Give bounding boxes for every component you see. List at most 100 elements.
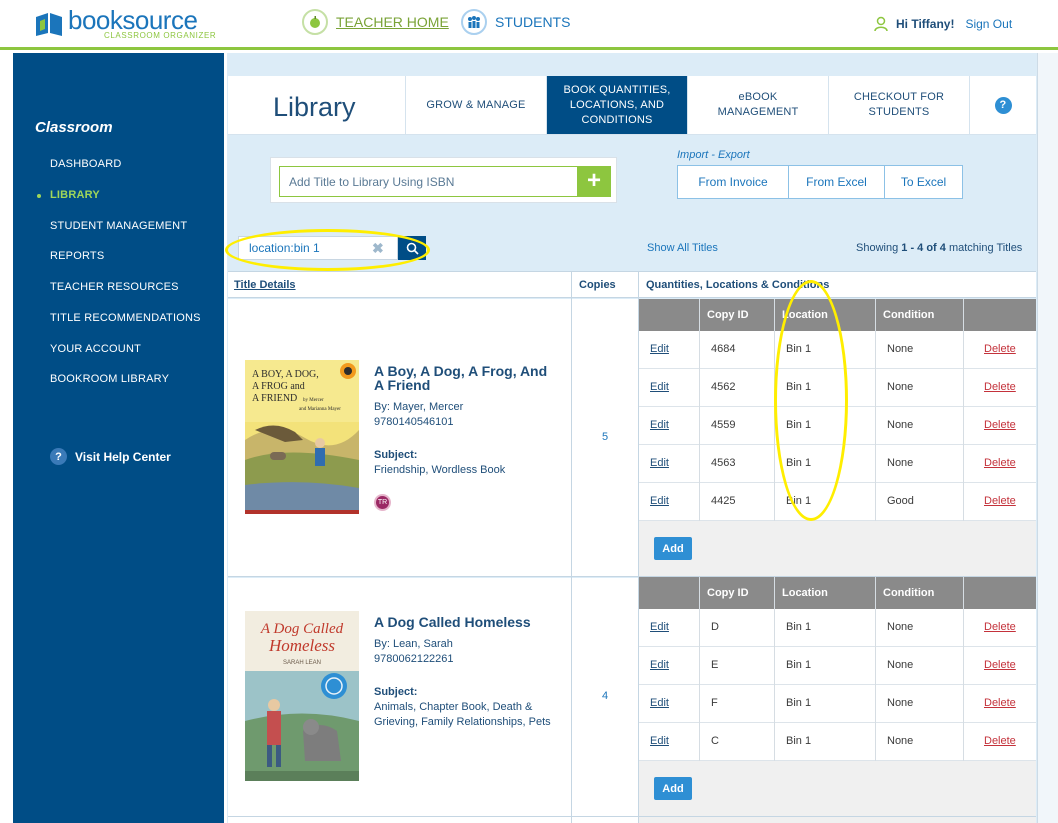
book-meta: By: Lean, Sarah 9780062122261 Subject: A… <box>374 637 551 730</box>
book-cover-image[interactable]: A Dog Called Homeless SARAH LEAN <box>245 611 359 781</box>
show-all-titles-link[interactable]: Show All Titles <box>647 242 718 254</box>
sidebar-item-title-recommendations[interactable]: TITLE RECOMMENDATIONS <box>50 312 201 324</box>
search-highlight-annotation <box>225 229 430 271</box>
tab-ebook-management[interactable]: eBOOK MANAGEMENT <box>687 76 828 134</box>
edit-link[interactable]: Edit <box>650 621 669 633</box>
edit-link[interactable]: Edit <box>650 343 669 355</box>
sidebar-item-bookroom-library[interactable]: BOOKROOM LIBRARY <box>50 373 169 385</box>
tab-book-quantities[interactable]: BOOK QUANTITIES, LOCATIONS, AND CONDITIO… <box>546 76 687 134</box>
add-copy-button[interactable]: Add <box>654 537 692 560</box>
column-divider <box>875 577 876 761</box>
subject-label: Subject: <box>374 686 418 698</box>
book-title-line1: A Boy, A Dog, A Frog, And <box>374 363 548 379</box>
booksource-logo[interactable]: booksource CLASSROOM ORGANIZER <box>34 7 216 40</box>
results-range: 1 - 4 of 4 <box>901 242 946 254</box>
cover-byline: SARAH LEAN <box>283 660 321 666</box>
delete-link[interactable]: Delete <box>984 621 1016 633</box>
import-export-label: Import - Export <box>677 149 750 161</box>
column-divider <box>963 577 964 761</box>
copy-condition: None <box>887 621 914 633</box>
delete-link[interactable]: Delete <box>984 343 1016 355</box>
tr-badge: TR <box>374 494 391 511</box>
delete-link[interactable]: Delete <box>984 659 1016 671</box>
top-header: booksource CLASSROOM ORGANIZER TEACHER H… <box>0 0 1058 48</box>
sidebar-item-student-management[interactable]: STUDENT MANAGEMENT <box>50 220 187 232</box>
cover-title-line1: A Dog Called <box>260 621 344 637</box>
delete-link[interactable]: Delete <box>984 495 1016 507</box>
location-highlight-annotation <box>774 280 848 521</box>
edit-link[interactable]: Edit <box>650 457 669 469</box>
cover-title-line2: A FROG and <box>252 381 305 392</box>
row-divider <box>228 576 1036 577</box>
tab-checkout-students[interactable]: CHECKOUT FOR STUDENTS <box>828 76 969 134</box>
edit-link[interactable]: Edit <box>650 419 669 431</box>
tab-help[interactable]: ? <box>969 76 1036 134</box>
copy-id: C <box>711 735 719 747</box>
book-cover-image[interactable]: A BOY, A DOG, A FROG and A FRIEND by Mer… <box>245 360 359 514</box>
nav-teacher-home-label: TEACHER HOME <box>336 14 449 30</box>
copies-cell: 4 <box>572 578 638 823</box>
sidebar-item-library[interactable]: LIBRARY <box>50 189 100 201</box>
sidebar-item-dashboard[interactable]: DASHBOARD <box>50 158 121 170</box>
delete-link[interactable]: Delete <box>984 697 1016 709</box>
help-center-link[interactable]: ? Visit Help Center <box>50 448 171 465</box>
edit-link[interactable]: Edit <box>650 735 669 747</box>
copy-id: 4425 <box>711 495 736 507</box>
copy-condition: None <box>887 381 914 393</box>
scroll-gutter[interactable] <box>1037 53 1058 823</box>
copy-condition: None <box>887 419 914 431</box>
cover-title-line1: A BOY, A DOG, <box>252 369 319 380</box>
nav-students[interactable]: STUDENTS <box>461 9 570 35</box>
to-excel-button[interactable]: To Excel <box>884 166 962 198</box>
copy-location: Bin 1 <box>786 621 812 633</box>
book-title[interactable]: A Boy, A Dog, A Frog, And A Friend <box>374 364 547 392</box>
column-divider <box>963 299 964 521</box>
book-title[interactable]: A Dog Called Homeless <box>374 615 531 629</box>
delete-link[interactable]: Delete <box>984 735 1016 747</box>
edit-link[interactable]: Edit <box>650 495 669 507</box>
edit-link[interactable]: Edit <box>650 659 669 671</box>
title-details-sort[interactable]: Title Details <box>234 279 296 291</box>
copy-condition: None <box>887 457 914 469</box>
condition-header: Condition <box>883 587 935 599</box>
sidebar-heading: Classroom <box>35 119 113 136</box>
from-excel-button[interactable]: From Excel <box>788 166 884 198</box>
column-divider <box>875 299 876 521</box>
nav-students-label: STUDENTS <box>495 14 571 30</box>
book-isbn: 9780140546101 <box>374 416 454 428</box>
sidebar-item-teacher-resources[interactable]: TEACHER RESOURCES <box>50 281 179 293</box>
delete-link[interactable]: Delete <box>984 419 1016 431</box>
copies-count: 5 <box>601 431 609 443</box>
copy-id: 4684 <box>711 343 736 355</box>
add-copy-button[interactable]: Add <box>654 777 692 800</box>
sidebar-item-reports[interactable]: REPORTS <box>50 250 104 262</box>
cover-byline: by Mercer <box>303 398 324 403</box>
results-suffix: matching Titles <box>945 242 1023 254</box>
edit-link[interactable]: Edit <box>650 381 669 393</box>
tab-book-quantities-label: BOOK QUANTITIES, LOCATIONS, AND CONDITIO… <box>563 83 671 126</box>
copy-id-header: Copy ID <box>707 587 749 599</box>
copy-condition: None <box>887 735 914 747</box>
edit-link[interactable]: Edit <box>650 697 669 709</box>
sign-out-link[interactable]: Sign Out <box>965 17 1012 31</box>
copies-panel: Copy ID Location Condition Edit D Bin 1 … <box>639 577 1036 823</box>
book-author: By: Mayer, Mercer <box>374 401 464 413</box>
isbn-add-panel: + <box>270 157 617 203</box>
nav-teacher-home[interactable]: TEACHER HOME <box>302 9 449 35</box>
delete-link[interactable]: Delete <box>984 457 1016 469</box>
copies-header: Copies <box>579 279 616 291</box>
copy-condition: Good <box>887 495 914 507</box>
copy-condition: None <box>887 659 914 671</box>
location-header: Location <box>782 587 828 599</box>
tab-grow-manage[interactable]: GROW & MANAGE <box>405 76 546 134</box>
tab-ebook-management-label: eBOOK MANAGEMENT <box>717 91 799 118</box>
isbn-input[interactable] <box>279 166 577 197</box>
tab-checkout-students-label: CHECKOUT FOR STUDENTS <box>853 91 945 118</box>
from-invoice-button[interactable]: From Invoice <box>678 166 788 198</box>
column-divider <box>699 299 700 521</box>
sidebar-item-your-account[interactable]: YOUR ACCOUNT <box>50 343 141 355</box>
copy-id: 4562 <box>711 381 736 393</box>
add-title-button[interactable]: + <box>577 166 611 197</box>
delete-link[interactable]: Delete <box>984 381 1016 393</box>
question-icon: ? <box>994 96 1012 114</box>
